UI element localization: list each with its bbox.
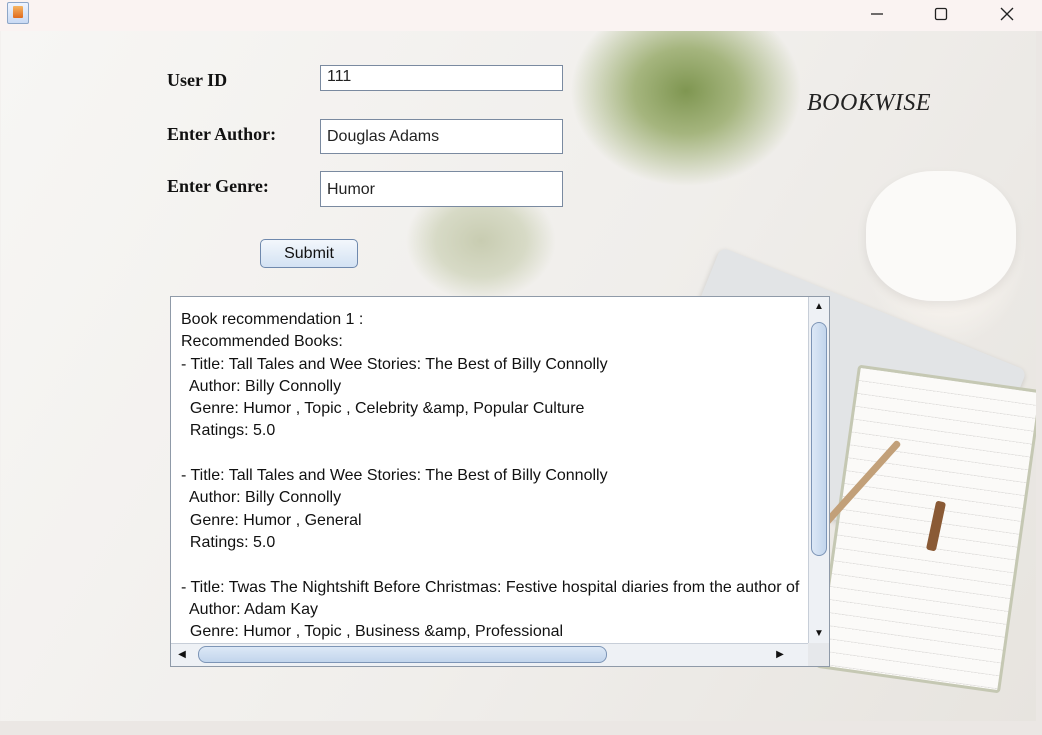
horizontal-scroll-thumb[interactable] [198, 646, 607, 663]
window-border [1036, 31, 1042, 735]
results-text-area[interactable]: Book recommendation 1 : Recommended Book… [171, 297, 808, 644]
author-field[interactable]: Douglas Adams [320, 119, 563, 154]
scroll-up-icon[interactable]: ▲ [811, 299, 827, 315]
genre-label: Enter Genre: [167, 176, 269, 196]
scroll-right-icon[interactable]: ▶ [772, 647, 788, 663]
brand-title: BOOKWISE [807, 90, 931, 116]
maximize-icon [934, 7, 948, 21]
app-window: BOOKWISE User ID 111 Enter Author: Dougl… [0, 0, 1042, 735]
scroll-left-icon[interactable]: ◀ [174, 647, 190, 663]
minimize-button[interactable] [854, 0, 900, 31]
results-scroll-pane[interactable]: Book recommendation 1 : Recommended Book… [170, 296, 830, 667]
close-button[interactable] [984, 0, 1030, 31]
content-panel: BOOKWISE User ID 111 Enter Author: Dougl… [1, 31, 1036, 721]
author-label: Enter Author: [167, 124, 277, 144]
horizontal-scrollbar[interactable]: ◀ ▶ [171, 643, 808, 666]
title-bar [0, 0, 1042, 31]
close-icon [1000, 7, 1014, 21]
genre-field[interactable]: Humor [320, 171, 563, 207]
user-id-field[interactable]: 111 [320, 65, 563, 91]
vertical-scroll-thumb[interactable] [811, 322, 827, 556]
submit-button[interactable]: Submit [260, 239, 358, 268]
java-app-icon [7, 2, 29, 24]
minimize-icon [871, 13, 883, 15]
user-id-label: User ID [167, 70, 228, 90]
scrollbar-corner [808, 643, 829, 666]
pencil-cup-decoration [866, 171, 1016, 301]
scroll-down-icon[interactable]: ▼ [811, 626, 827, 642]
maximize-button[interactable] [918, 0, 964, 31]
window-border [0, 721, 1036, 735]
vertical-scrollbar[interactable]: ▲ ▼ [808, 297, 829, 644]
